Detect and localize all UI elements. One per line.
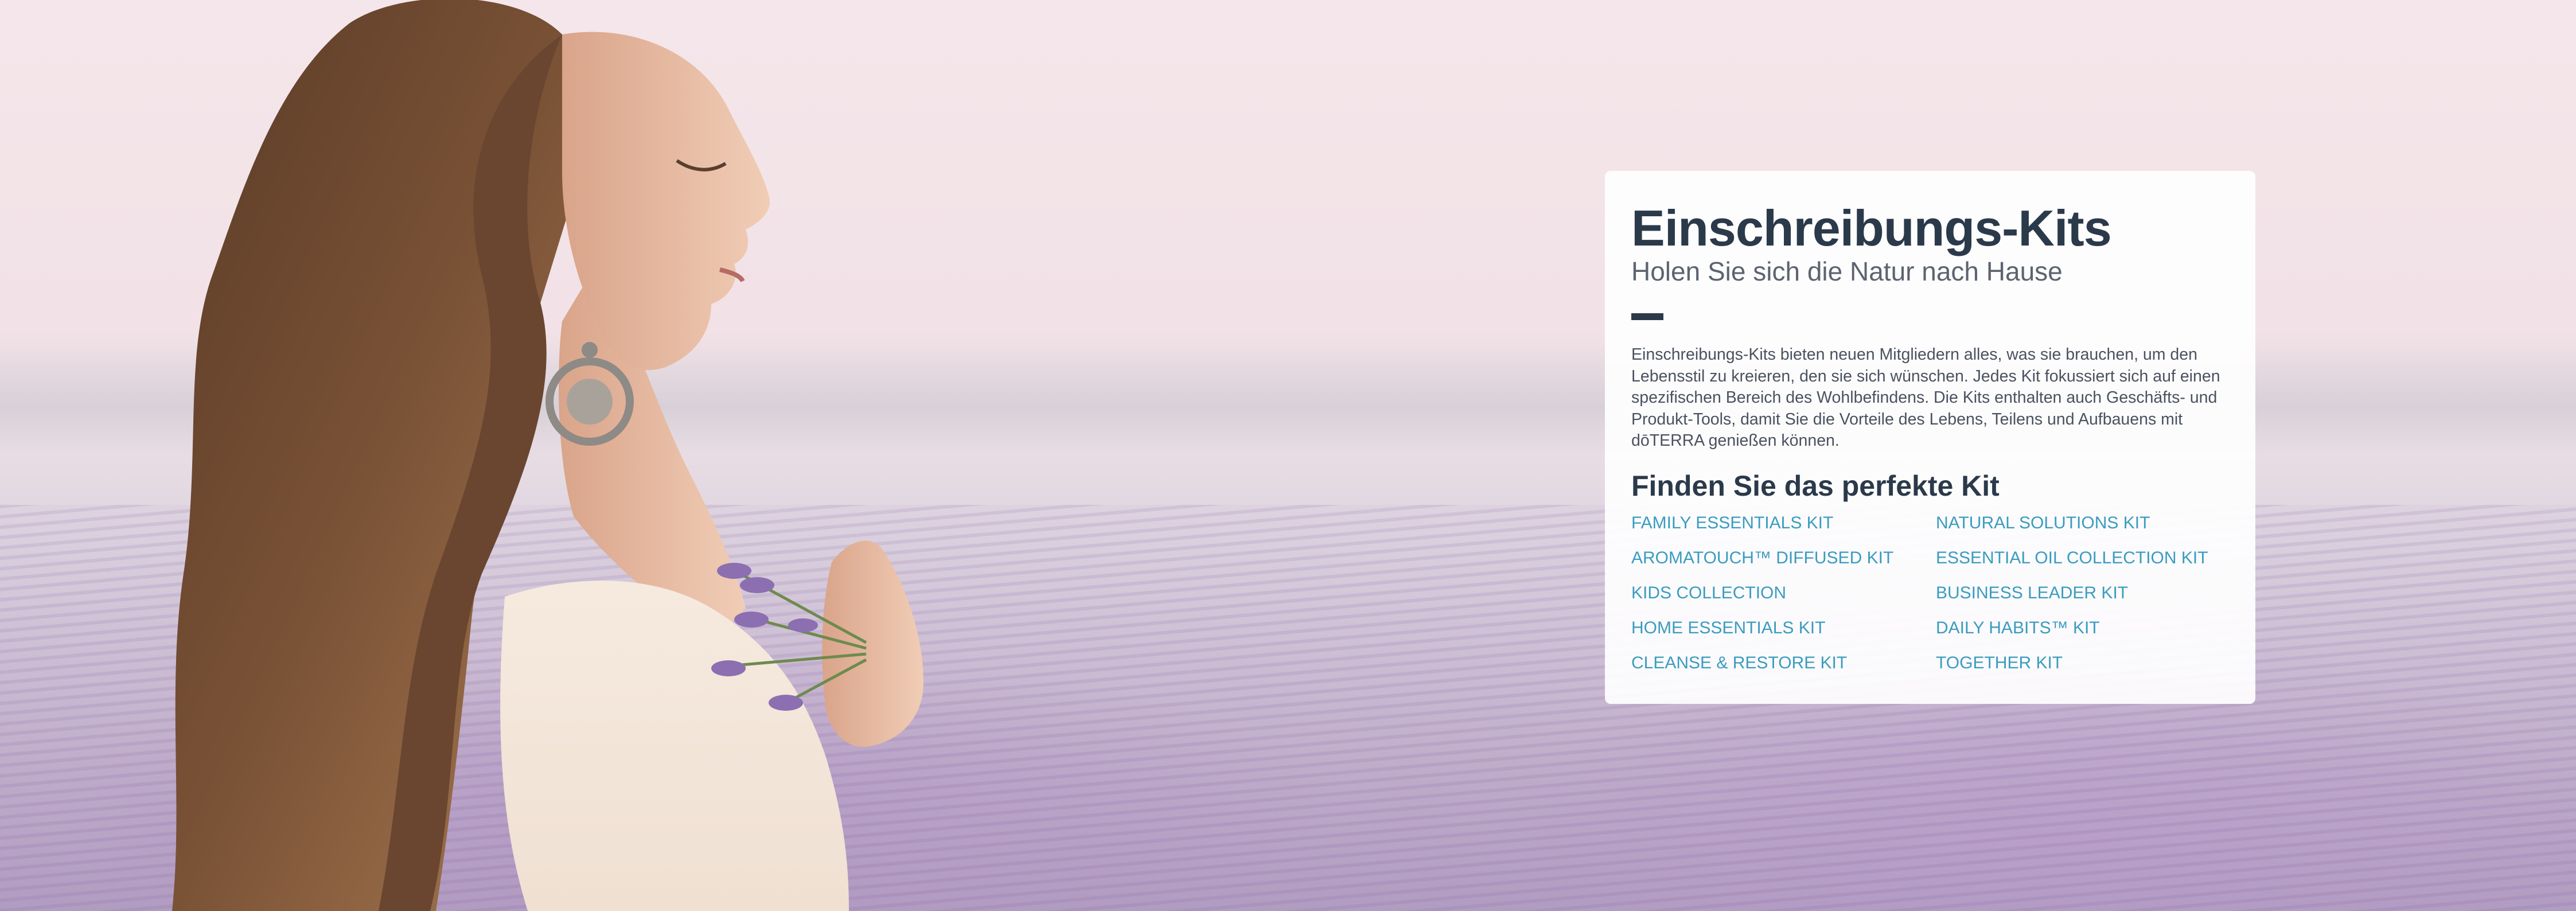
kit-link-business-leader[interactable]: BUSINESS LEADER KIT: [1936, 582, 2234, 617]
divider: [1631, 313, 1663, 320]
kit-link-cleanse-restore[interactable]: CLEANSE & RESTORE KIT: [1631, 652, 1936, 687]
kit-link-essential-oil-collection[interactable]: ESSENTIAL OIL COLLECTION KIT: [1936, 547, 2234, 582]
kit-link-natural-solutions[interactable]: NATURAL SOLUTIONS KIT: [1936, 512, 2234, 547]
kit-links-grid: FAMILY ESSENTIALS KIT NATURAL SOLUTIONS …: [1631, 512, 2229, 687]
card-title: Einschreibungs-Kits: [1631, 200, 2112, 256]
card-subtitle: Holen Sie sich die Natur nach Hause: [1631, 256, 2063, 286]
kit-link-kids-collection[interactable]: KIDS COLLECTION: [1631, 582, 1936, 617]
kit-link-aromatouch-diffused[interactable]: AROMATOUCH™ DIFFUSED KIT: [1631, 547, 1936, 582]
kit-link-home-essentials[interactable]: HOME ESSENTIALS KIT: [1631, 617, 1936, 652]
kit-link-together[interactable]: TOGETHER KIT: [1936, 652, 2234, 687]
woman-portrait-image: [172, 0, 923, 911]
kit-link-daily-habits[interactable]: DAILY HABITS™ KIT: [1936, 617, 2234, 652]
enrollment-kits-card: Einschreibungs-Kits Holen Sie sich die N…: [1605, 171, 2255, 704]
kit-link-family-essentials[interactable]: FAMILY ESSENTIALS KIT: [1631, 512, 1936, 547]
card-description: Einschreibungs-Kits bieten neuen Mitglie…: [1631, 345, 2220, 450]
find-kit-heading: Finden Sie das perfekte Kit: [1631, 469, 2000, 502]
